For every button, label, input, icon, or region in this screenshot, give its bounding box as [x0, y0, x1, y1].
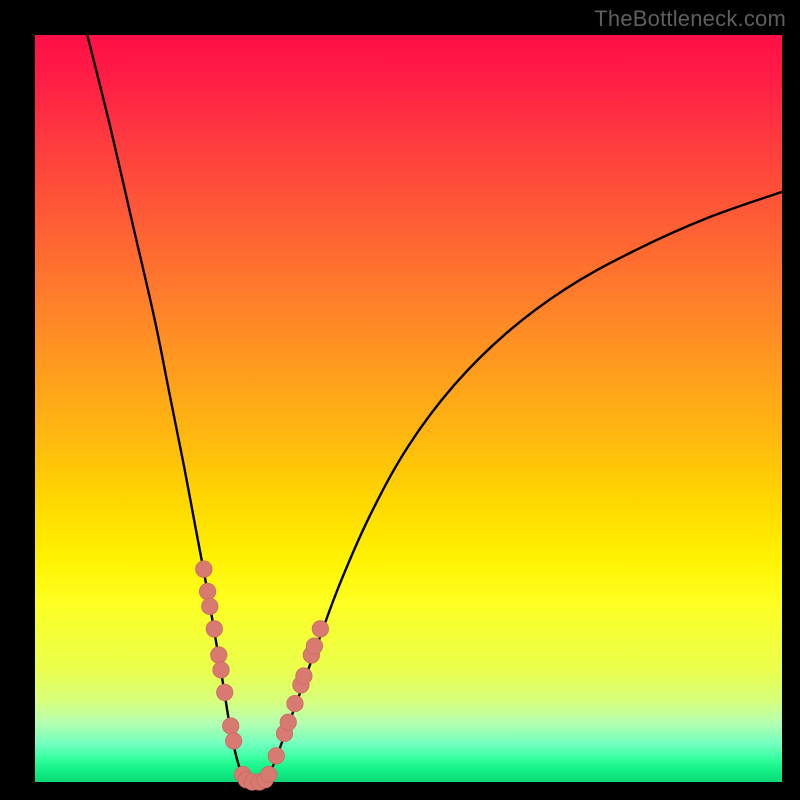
- data-marker: [268, 748, 284, 764]
- data-marker: [199, 583, 215, 599]
- data-marker: [306, 638, 322, 654]
- plot-area: [35, 35, 782, 782]
- marker-group: [196, 561, 329, 790]
- bottleneck-curve: [87, 35, 782, 782]
- data-marker: [223, 718, 239, 734]
- data-marker: [296, 668, 312, 684]
- data-marker: [211, 647, 227, 663]
- chart-frame: TheBottleneck.com: [0, 0, 800, 800]
- data-marker: [312, 621, 328, 637]
- data-marker: [206, 621, 222, 637]
- data-marker: [196, 561, 212, 577]
- data-marker: [213, 662, 229, 678]
- data-marker: [261, 766, 277, 782]
- data-marker: [280, 714, 296, 730]
- curve-group: [87, 35, 782, 790]
- data-marker: [287, 695, 303, 711]
- data-marker: [202, 598, 218, 614]
- data-marker: [217, 684, 233, 700]
- watermark-text: TheBottleneck.com: [594, 6, 786, 32]
- curve-svg: [35, 35, 782, 782]
- data-marker: [226, 733, 242, 749]
